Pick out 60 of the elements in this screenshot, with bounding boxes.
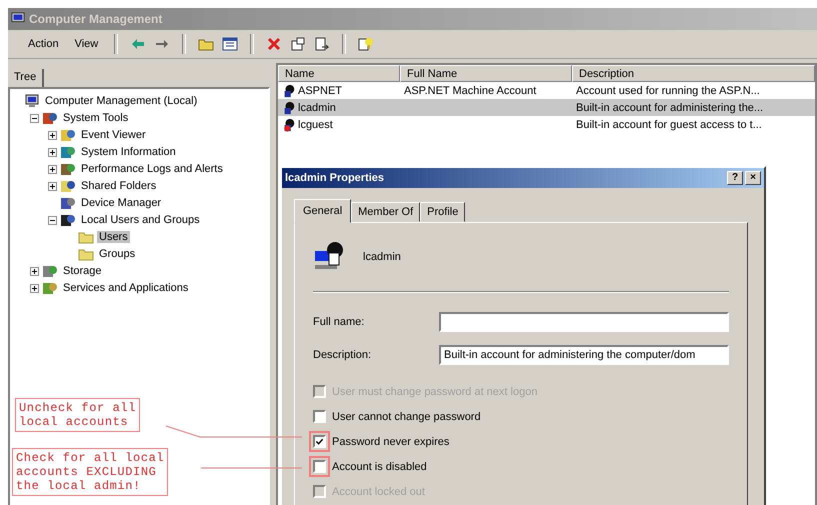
expander-icon[interactable] — [48, 182, 57, 190]
close-button[interactable]: × — [745, 171, 761, 185]
tree-item[interactable]: Storage — [61, 265, 104, 277]
help-button[interactable]: ? — [727, 171, 743, 185]
checkbox[interactable] — [313, 410, 326, 423]
dialog-title: lcadmin Properties — [285, 172, 384, 184]
tab[interactable]: Profile — [420, 202, 466, 222]
field-label: Description: — [313, 348, 372, 360]
menu-item[interactable]: Action — [22, 36, 65, 52]
expander-icon[interactable] — [48, 130, 57, 140]
tree-item[interactable]: Performance Logs and Alerts — [79, 163, 225, 175]
expander-icon[interactable] — [48, 148, 57, 156]
expander-icon[interactable] — [30, 284, 39, 292]
expander-icon[interactable] — [48, 216, 57, 224]
column-header[interactable]: Name — [278, 65, 400, 82]
column-header[interactable]: Full Name — [400, 65, 572, 82]
checkbox-label: Password never expires — [332, 436, 450, 448]
help-icon[interactable] — [358, 36, 374, 52]
table-cell: Account used for running the ASP.N... — [576, 84, 760, 96]
table-cell: ASP.NET Machine Account — [404, 84, 536, 96]
tree-item[interactable]: Device Manager — [79, 197, 164, 209]
tree-item[interactable]: Users — [97, 231, 130, 243]
input-field[interactable] — [439, 312, 729, 332]
tree-item[interactable]: Services and Applications — [61, 282, 190, 294]
monitor-icon — [24, 93, 40, 109]
tree-item[interactable]: Shared Folders — [79, 180, 158, 192]
menu-item[interactable]: View — [68, 36, 104, 52]
table-cell: lcguest — [298, 118, 333, 130]
tree-item[interactable]: Computer Management (Local) — [43, 95, 200, 107]
list-row[interactable]: lcadmin Built-in account for administering the... — [278, 99, 815, 116]
tree-pane-icon[interactable] — [222, 36, 238, 52]
tree-item[interactable]: System Information — [79, 146, 178, 158]
checkbox[interactable] — [313, 460, 326, 473]
checkbox[interactable] — [313, 435, 326, 448]
expander-icon[interactable] — [30, 114, 39, 122]
column-header[interactable]: Description — [572, 65, 815, 82]
input-field[interactable]: Built-in account for administering the computer/dom — [439, 344, 729, 364]
table-cell: Built-in account for administering the... — [576, 102, 764, 114]
checkbox-label: User cannot change password — [332, 410, 481, 422]
tab[interactable]: Member Of — [351, 202, 420, 222]
table-cell: ASPNET — [298, 84, 342, 96]
tree-item[interactable]: Local Users and Groups — [79, 214, 202, 226]
export-icon[interactable] — [314, 36, 330, 52]
field-label: Full name: — [313, 316, 366, 328]
list-row[interactable]: ASPNET ASP.NET Machine Account Account used for running the ASP.N... — [278, 82, 815, 99]
tree-item[interactable]: System Tools — [61, 112, 130, 124]
tab[interactable]: General — [294, 199, 352, 223]
table-cell: lcadmin — [298, 102, 336, 114]
table-cell: Built-in account for guest access to t... — [576, 118, 762, 130]
window-title: Computer Management — [29, 12, 162, 26]
properties-icon[interactable] — [290, 36, 306, 52]
tree-item[interactable]: Groups — [97, 248, 138, 260]
checkbox-label: Account is disabled — [332, 460, 427, 472]
annotation-note: Check for all local accounts EXCLUDING the local admin! — [12, 448, 168, 496]
annotation-note: Uncheck for all local accounts — [15, 398, 140, 432]
expander-icon[interactable] — [48, 164, 57, 174]
user-name: lcadmin — [363, 251, 401, 263]
expander-icon[interactable] — [30, 266, 39, 276]
tree-item[interactable]: Event Viewer — [79, 129, 148, 141]
delete-icon[interactable] — [266, 36, 282, 52]
